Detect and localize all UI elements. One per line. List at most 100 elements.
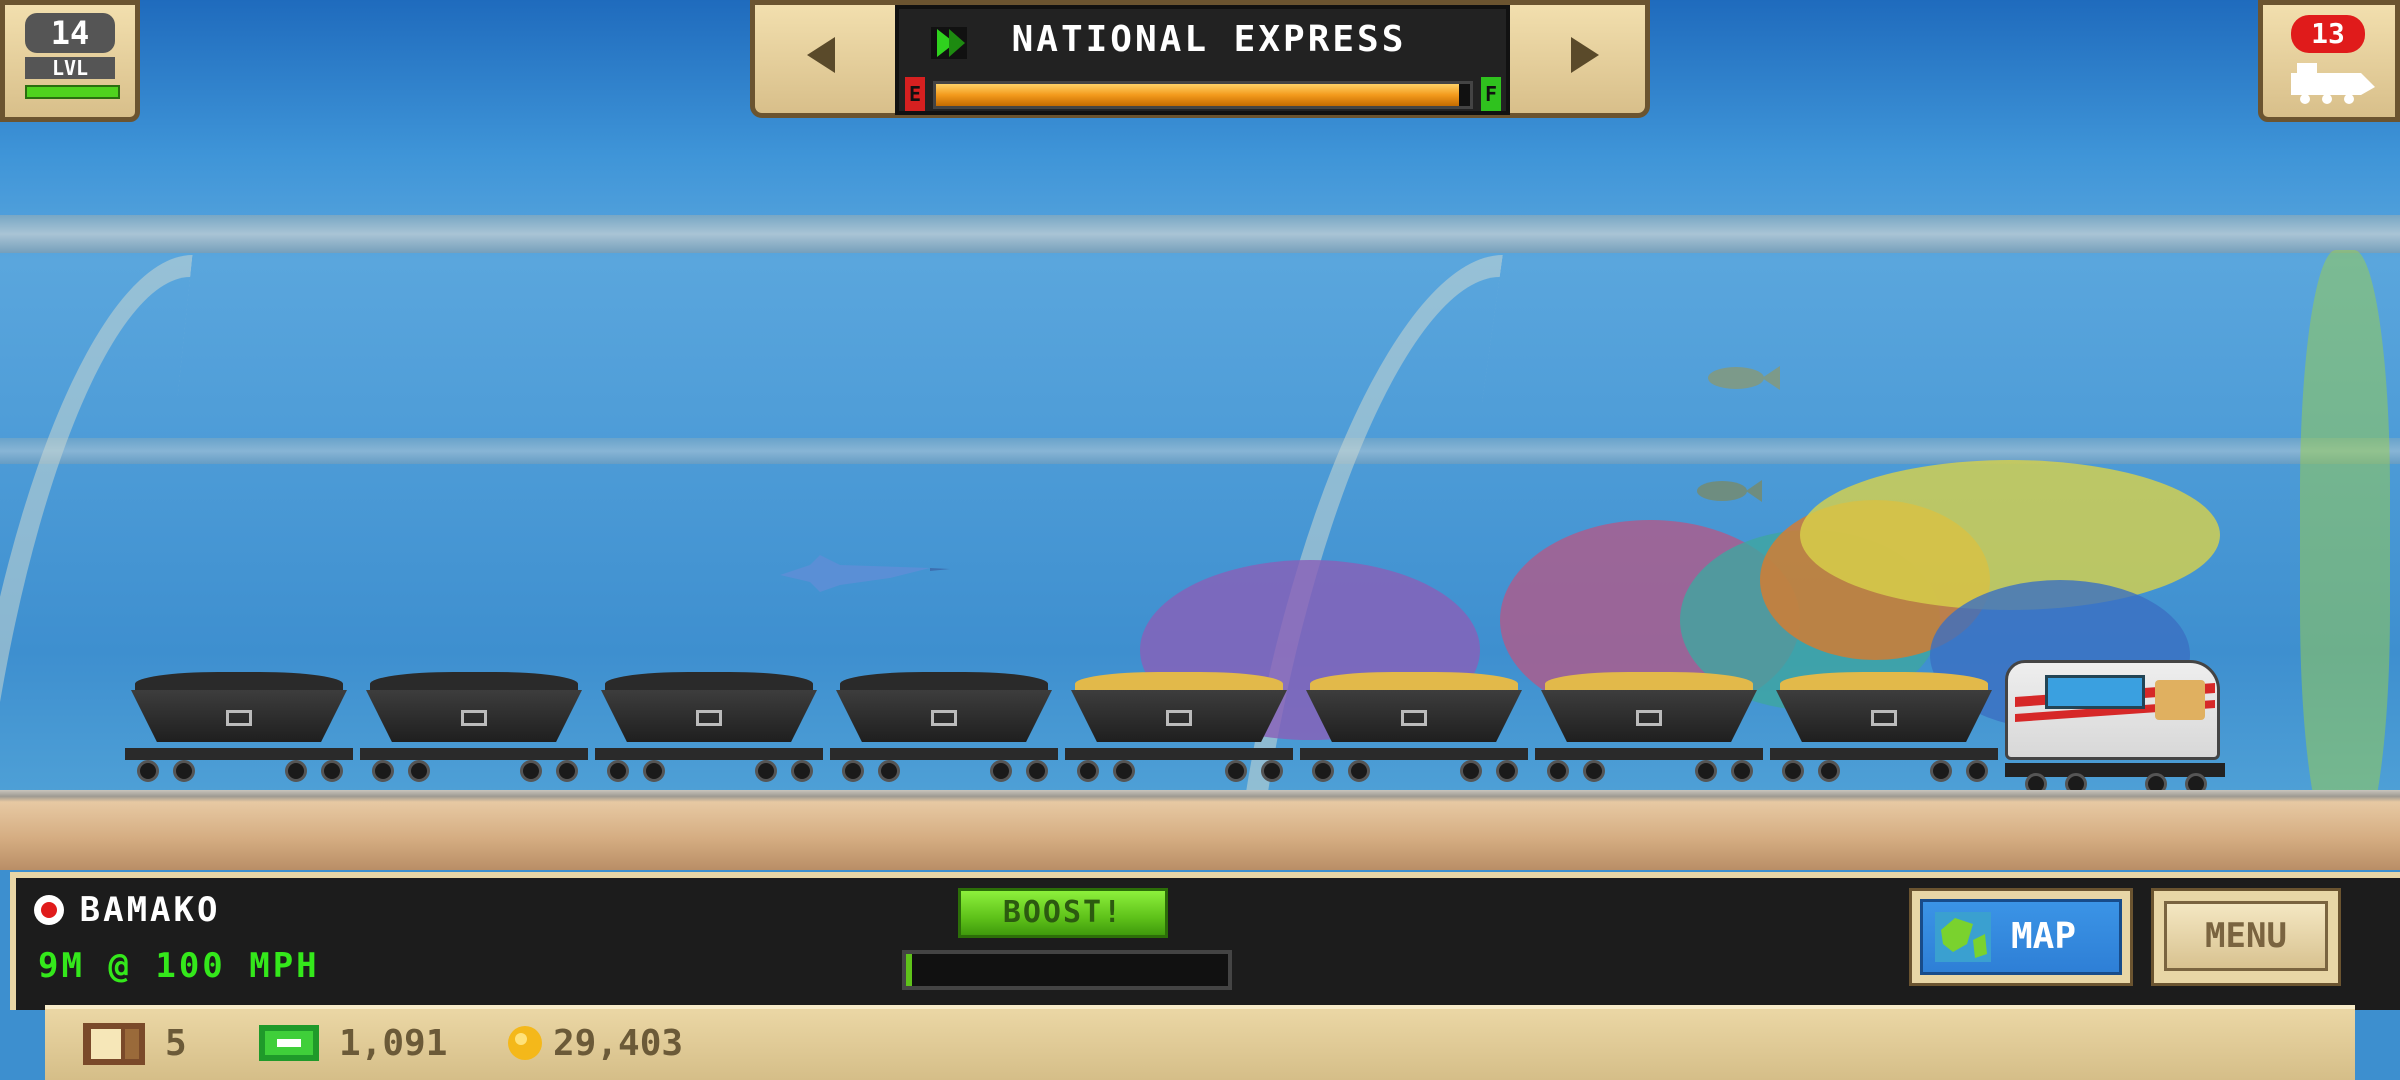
fuel-full-label: F — [1481, 77, 1501, 111]
wheel — [1547, 760, 1569, 782]
trains-button[interactable]: 13 — [2258, 0, 2400, 122]
locomotive[interactable] — [2005, 645, 2225, 795]
wheel — [1261, 760, 1283, 782]
wheel — [1026, 760, 1048, 782]
destination-marker-icon — [34, 895, 64, 925]
coin-icon — [508, 1026, 542, 1060]
wheel — [791, 760, 813, 782]
route-flag-icon — [931, 27, 967, 59]
train-car-grain[interactable] — [1770, 660, 1998, 800]
level-value: 14 — [25, 13, 115, 53]
map-icon — [1935, 912, 1991, 962]
car-plate — [696, 710, 722, 726]
wheel — [1077, 760, 1099, 782]
wheel — [878, 760, 900, 782]
wheel — [173, 760, 195, 782]
status-panel: BAMAKO 9M @ 100 MPH BOOST! MAP MENU — [10, 872, 2400, 1010]
wheel — [1113, 760, 1135, 782]
wheel — [1930, 760, 1952, 782]
car-plate — [226, 710, 252, 726]
wheel — [1496, 760, 1518, 782]
aquarium-tunnel-scene — [0, 0, 2400, 870]
map-label: MAP — [2011, 916, 2077, 957]
car-frame — [1065, 748, 1293, 760]
car-frame — [360, 748, 588, 760]
prev-route-button[interactable] — [763, 15, 883, 95]
train-car-coal[interactable] — [830, 660, 1058, 800]
route-title-bar: NATIONAL EXPRESS E F — [895, 5, 1510, 115]
wheel — [372, 760, 394, 782]
wheel — [755, 760, 777, 782]
car-frame — [1770, 748, 1998, 760]
car-plate — [1166, 710, 1192, 726]
car-frame — [595, 748, 823, 760]
seaweed — [2300, 250, 2390, 850]
wheel — [1695, 760, 1717, 782]
car-plate — [1401, 710, 1427, 726]
wheel — [1225, 760, 1247, 782]
wheel — [1348, 760, 1370, 782]
wheel — [842, 760, 864, 782]
menu-button[interactable]: MENU — [2151, 888, 2341, 986]
car-frame — [125, 748, 353, 760]
menu-label: MENU — [2164, 901, 2328, 971]
crate-icon — [83, 1023, 145, 1065]
arrow-right-icon — [1571, 37, 1599, 73]
cash-icon — [259, 1025, 319, 1061]
rail-track — [0, 790, 2400, 870]
train-count-badge: 13 — [2291, 15, 2365, 53]
next-route-button[interactable] — [1523, 15, 1643, 95]
fuel-gauge-fill — [936, 84, 1460, 106]
wheel — [285, 760, 307, 782]
wheel — [1731, 760, 1753, 782]
cash-amount: 1,091 — [339, 1023, 448, 1064]
wheel — [643, 760, 665, 782]
level-label: LVL — [25, 57, 115, 79]
car-plate — [461, 710, 487, 726]
train-car-coal[interactable] — [125, 660, 353, 800]
coin-amount: 29,403 — [553, 1023, 684, 1064]
route-selector: NATIONAL EXPRESS E F — [750, 0, 1650, 118]
train-car-grain[interactable] — [1535, 660, 1763, 800]
destination-row: BAMAKO — [34, 890, 220, 930]
small-fish — [1708, 366, 1780, 390]
wheel — [1966, 760, 1988, 782]
route-name: NATIONAL EXPRESS — [1011, 19, 1407, 60]
level-badge[interactable]: 14 LVL — [0, 0, 140, 122]
wheel — [321, 760, 343, 782]
arrow-left-icon — [807, 37, 835, 73]
resource-bar: 5 1,091 29,403 — [45, 1005, 2355, 1080]
wheel — [520, 760, 542, 782]
wheel — [990, 760, 1012, 782]
train-car-coal[interactable] — [360, 660, 588, 800]
car-frame — [1535, 748, 1763, 760]
swordfish — [780, 555, 950, 592]
car-frame — [830, 748, 1058, 760]
car-plate — [1636, 710, 1662, 726]
fuel-empty-label: E — [905, 77, 925, 111]
small-fish — [1697, 480, 1762, 502]
distance-speed: 9M @ 100 MPH — [38, 946, 320, 986]
train-icon — [2291, 63, 2375, 104]
boost-progress-fill — [906, 954, 913, 986]
car-plate — [1871, 710, 1897, 726]
crate-count: 5 — [165, 1023, 187, 1064]
wheel — [607, 760, 629, 782]
train-car-grain[interactable] — [1065, 660, 1293, 800]
wheel — [408, 760, 430, 782]
car-plate — [931, 710, 957, 726]
wheel — [1782, 760, 1804, 782]
map-button[interactable]: MAP — [1909, 888, 2133, 986]
wheel — [1583, 760, 1605, 782]
boost-button[interactable]: BOOST! — [958, 888, 1168, 938]
wheel — [1818, 760, 1840, 782]
car-frame — [1300, 748, 1528, 760]
xp-bar — [25, 85, 120, 99]
fuel-gauge — [933, 81, 1473, 109]
tunnel-top-beam — [0, 215, 2400, 253]
wheel — [137, 760, 159, 782]
wheel — [1312, 760, 1334, 782]
wheel — [1460, 760, 1482, 782]
train-car-coal[interactable] — [595, 660, 823, 800]
train-car-grain[interactable] — [1300, 660, 1528, 800]
